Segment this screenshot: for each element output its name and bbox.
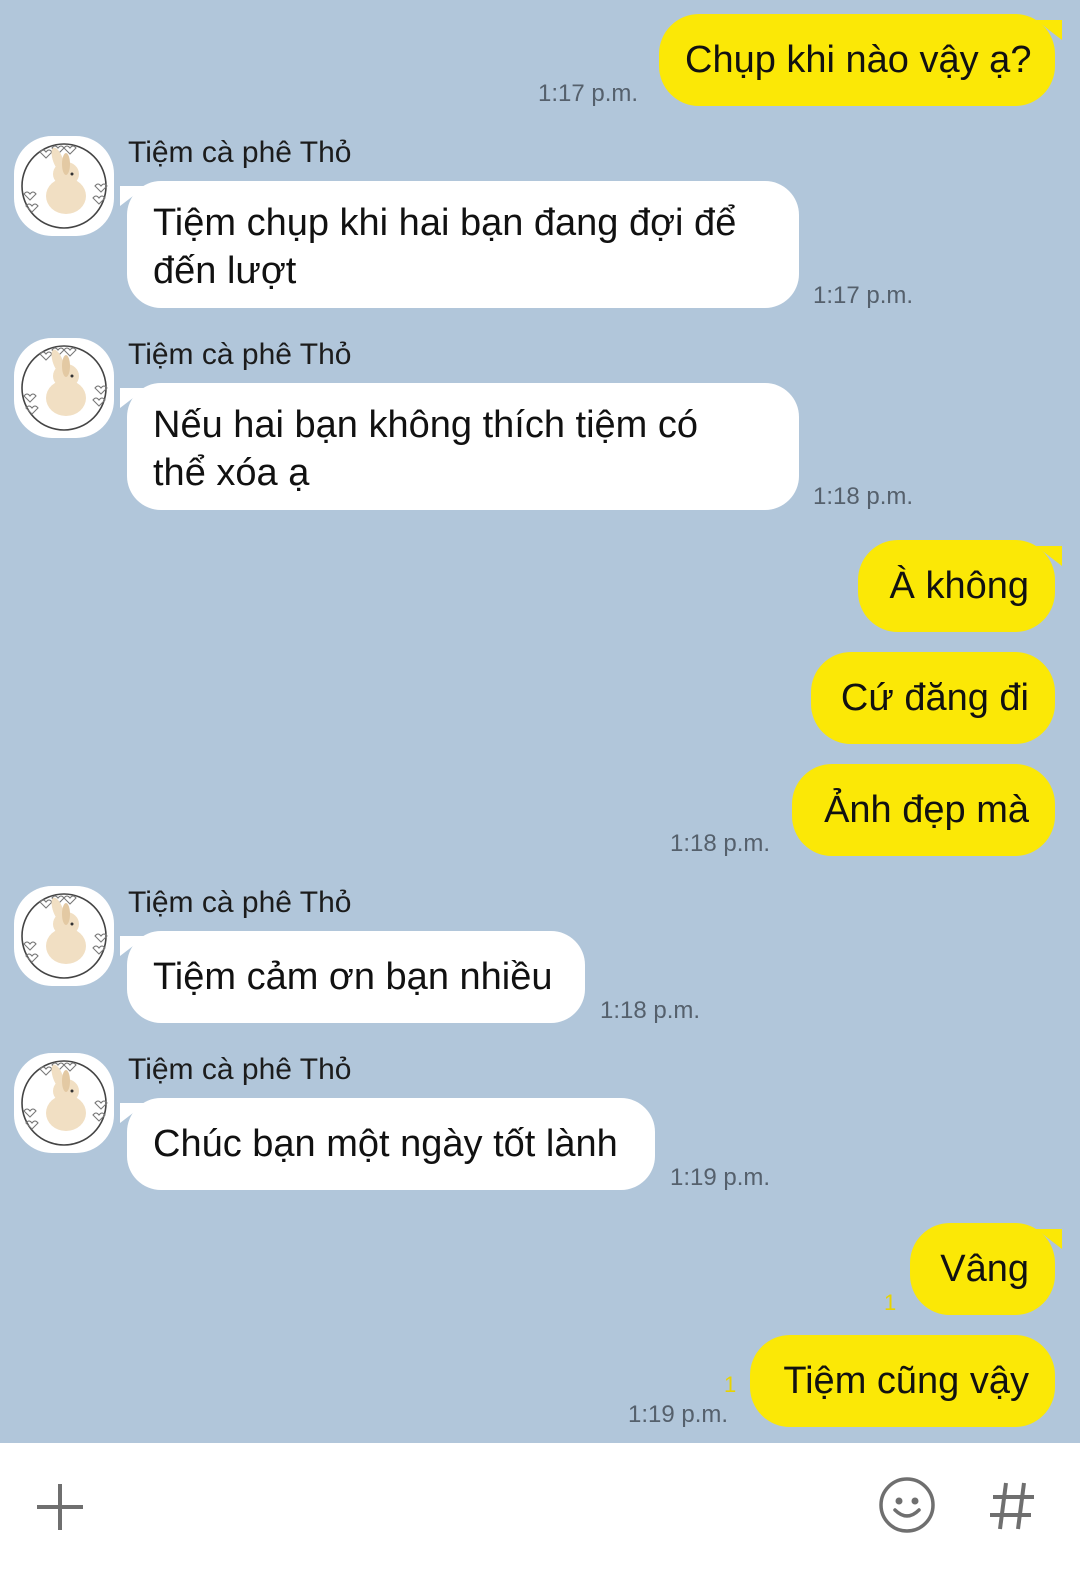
plus-icon[interactable] xyxy=(34,1481,86,1533)
incoming-message[interactable]: Tiệm chụp khi hai bạn đang đợi để đến lư… xyxy=(127,181,799,308)
message-text: Tiệm cảm ơn bạn nhiều xyxy=(153,956,553,998)
contact-avatar[interactable] xyxy=(14,136,114,236)
sender-name: Tiệm cà phê Thỏ xyxy=(128,886,352,919)
incoming-message[interactable]: Tiệm cảm ơn bạn nhiều xyxy=(127,931,585,1023)
message-text-line: đến lượt xyxy=(153,250,297,292)
outgoing-message[interactable]: À không xyxy=(858,540,1055,632)
unread-count: 1 xyxy=(884,1290,897,1315)
sender-name: Tiệm cà phê Thỏ xyxy=(128,338,352,371)
chat-area[interactable]: Chụp khi nào vậy ạ? 1:17 p.m. Tiệm cà ph… xyxy=(0,0,1080,1443)
message-time: 1:17 p.m. xyxy=(538,80,639,107)
message-text: Ảnh đẹp mà xyxy=(824,789,1029,831)
message-time: 1:18 p.m. xyxy=(813,483,914,510)
outgoing-message[interactable]: Chụp khi nào vậy ạ? xyxy=(659,14,1055,106)
incoming-message[interactable]: Chúc bạn một ngày tốt lành xyxy=(127,1098,655,1190)
emoji-icon[interactable] xyxy=(878,1476,936,1534)
hashtag-icon[interactable] xyxy=(988,1479,1036,1533)
sender-name: Tiệm cà phê Thỏ xyxy=(128,1053,352,1086)
contact-avatar[interactable] xyxy=(14,886,114,986)
message-time: 1:17 p.m. xyxy=(813,282,914,309)
message-text: Tiệm cũng vậy xyxy=(783,1360,1029,1402)
unread-count: 1 xyxy=(724,1372,737,1397)
outgoing-message[interactable]: Tiệm cũng vậy xyxy=(750,1335,1055,1427)
message-text: Vâng xyxy=(940,1248,1029,1290)
outgoing-message[interactable]: Ảnh đẹp mà xyxy=(792,764,1055,856)
message-time: 1:18 p.m. xyxy=(670,830,771,857)
message-text: Cứ đăng đi xyxy=(840,677,1029,719)
message-time: 1:19 p.m. xyxy=(628,1401,729,1428)
message-composer xyxy=(0,1443,1080,1573)
message-time: 1:19 p.m. xyxy=(670,1164,771,1191)
message-text-line: thể xóa ạ xyxy=(153,452,310,494)
outgoing-message[interactable]: Cứ đăng đi xyxy=(811,652,1055,744)
contact-avatar[interactable] xyxy=(14,1053,114,1153)
sender-name: Tiệm cà phê Thỏ xyxy=(128,136,352,169)
message-text: Chụp khi nào vậy ạ? xyxy=(685,39,1032,81)
message-text: Chúc bạn một ngày tốt lành xyxy=(153,1123,618,1165)
contact-avatar[interactable] xyxy=(14,338,114,438)
message-text-line: Nếu hai bạn không thích tiệm có xyxy=(153,404,699,446)
incoming-message[interactable]: Nếu hai bạn không thích tiệm có thể xóa … xyxy=(127,383,799,510)
message-text: À không xyxy=(889,565,1029,607)
message-text-line: Tiệm chụp khi hai bạn đang đợi để xyxy=(153,202,737,244)
outgoing-message[interactable]: Vâng xyxy=(910,1223,1055,1315)
message-time: 1:18 p.m. xyxy=(600,997,701,1024)
